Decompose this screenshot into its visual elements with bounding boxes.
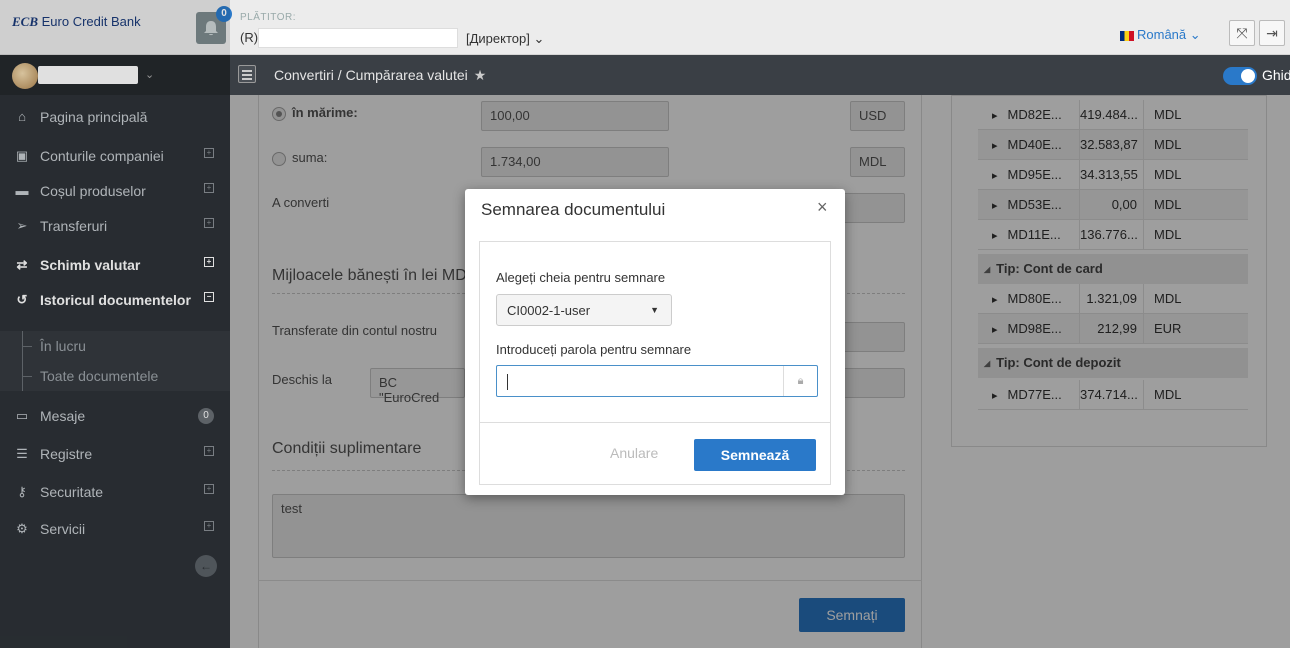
guide-toggle[interactable] [1223,67,1257,85]
payer-prefix: (R) [240,30,259,45]
star-icon[interactable]: ★ [474,67,487,83]
logout-icon: ⇥ [1266,25,1278,41]
caret-down-icon: ▼ [650,305,659,315]
cancel-button[interactable]: Anulare [610,445,658,461]
guide-label: Ghid [1262,67,1290,83]
language-dropdown[interactable]: Română ⌄ [1120,27,1201,43]
menu-toggle-button[interactable] [238,65,256,83]
sign-button[interactable]: Semnează [694,439,816,471]
close-icon[interactable]: × [817,197,828,218]
sidebar-dim [0,0,230,648]
breadcrumb-bar: Convertiri / Cumpărarea valutei ★ Ghid [230,55,1290,95]
key-select[interactable]: CI0002-1-user ▼ [496,294,672,326]
key-label: Alegeți cheia pentru semnare [496,270,666,285]
expand-icon: ⤧ [1236,25,1248,41]
lock-icon: 🔒︎ [783,366,817,396]
dialog-footer: Anulare Semnează [480,422,830,484]
flag-icon [1120,30,1134,41]
sign-document-dialog: Semnarea documentului × Alegeți cheia pe… [465,189,845,495]
redacted-payer-name [258,28,458,48]
payer-label: PLĂTITOR: [240,12,296,23]
dialog-body: Alegeți cheia pentru semnare CI0002-1-us… [479,241,831,485]
fullscreen-button[interactable]: ⤧ [1229,20,1255,46]
password-label: Introduceți parola pentru semnare [496,342,692,357]
logout-button[interactable]: ⇥ [1259,20,1285,46]
breadcrumb: Convertiri / Cumpărarea valutei ★ [274,67,487,83]
password-input[interactable]: 🔒︎ [496,365,818,397]
role-dropdown[interactable]: [Директор] ⌄ [466,31,544,47]
dialog-title: Semnarea documentului [481,200,666,219]
